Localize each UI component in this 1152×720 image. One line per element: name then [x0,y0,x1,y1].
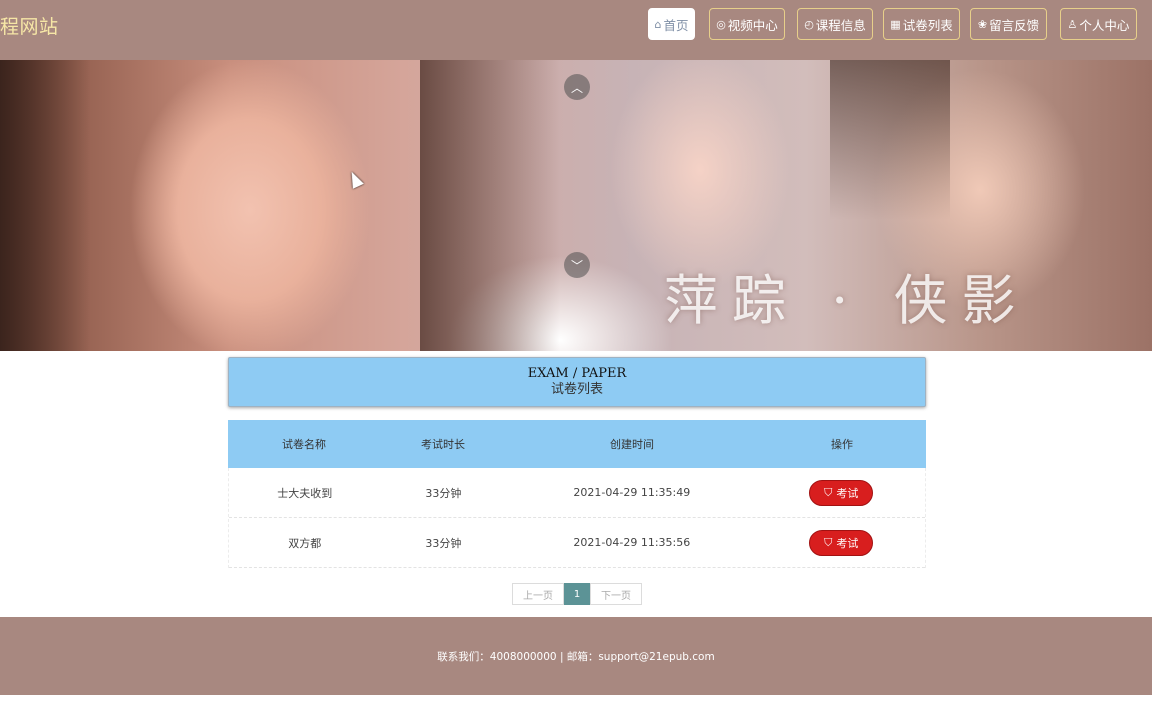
cell-action: ⛉ 考试 [757,529,925,556]
header-exam-name: 试卷名称 [282,438,326,451]
grid-icon: ▦ [890,17,901,31]
user-icon: ♙ [1067,17,1078,31]
exam-table: 试卷名称 考试时长 创建时间 操作 士大夫收到 33分钟 2021-04-29 … [228,420,926,568]
table-row: 双方都 33分钟 2021-04-29 11:35:56 ⛉ 考试 [229,518,925,568]
banner-carousel[interactable]: 萍踪 · 侠影 [0,60,1152,351]
chevron-up-icon: ︿ [570,80,583,95]
banner-caption: 萍踪 · 侠影 [664,269,1030,332]
carousel-prev-button[interactable]: ︿ [564,74,590,100]
nav-personal-center-label: 个人中心 [1079,17,1130,33]
top-header: 程网站 ⌂ 首页 ◎ 视频中心 ◴ 课程信息 ▦ 试卷列表 ❀ 留言反馈 ♙ 个… [0,0,1152,60]
banner-shade-right [830,60,950,220]
section-title-en: EXAM / PAPER [527,366,627,381]
flower-icon: ❀ [977,17,988,31]
cell-created-time: 2021-04-29 11:35:56 [573,536,691,549]
cell-exam-name: 士大夫收到 [277,486,333,500]
page-footer: 联系我们：4008000000 | 邮箱：support@21epub.com [0,617,1152,695]
chevron-down-icon: ﹀ [570,258,583,273]
nav-exam-list-label: 试卷列表 [902,17,953,33]
cell-duration: 33分钟 [425,486,462,500]
banner-shade-left [0,60,90,351]
header-duration: 考试时长 [421,438,465,451]
nav-exam-list[interactable]: ▦ 试卷列表 [883,8,960,40]
power-icon: ◴ [804,17,814,31]
cell-duration: 33分钟 [425,536,462,550]
next-page-button[interactable]: 下一页 [590,583,642,605]
banner-shade-mid [420,60,560,351]
pagination: 上一页 1 下一页 [512,583,642,605]
footer-contact-text: 联系我们：4008000000 | 邮箱：support@21epub.com [437,650,715,663]
shield-check-icon: ⛉ [824,485,833,499]
home-icon: ⌂ [654,17,662,31]
prev-page-button[interactable]: 上一页 [512,583,564,605]
header-created-time: 创建时间 [610,438,654,451]
table-row: 士大夫收到 33分钟 2021-04-29 11:35:49 ⛉ 考试 [229,468,925,518]
nav-course-info[interactable]: ◴ 课程信息 [797,8,873,40]
nav-home[interactable]: ⌂ 首页 [648,8,695,40]
carousel-next-button[interactable]: ﹀ [564,252,590,278]
start-exam-label: 考试 [836,486,859,500]
nav-video-center[interactable]: ◎ 视频中心 [709,8,785,40]
nav-course-info-label: 课程信息 [815,17,866,33]
table-body: 士大夫收到 33分钟 2021-04-29 11:35:49 ⛉ 考试 双方都 … [228,468,926,568]
site-title[interactable]: 程网站 [0,12,59,39]
nav-video-center-label: 视频中心 [727,17,778,33]
start-exam-button[interactable]: ⛉ 考试 [809,479,874,506]
cell-created-time: 2021-04-29 11:35:49 [573,486,691,499]
nav-home-label: 首页 [663,17,689,33]
nav-personal-center[interactable]: ♙ 个人中心 [1060,8,1137,40]
cell-action: ⛉ 考试 [757,479,925,506]
section-title-zh: 试卷列表 [550,382,603,397]
table-header: 试卷名称 考试时长 创建时间 操作 [228,420,926,468]
header-action: 操作 [831,438,853,451]
page-1-button[interactable]: 1 [564,583,590,605]
nav-feedback-label: 留言反馈 [989,17,1040,33]
video-icon: ◎ [716,17,726,31]
section-title: EXAM / PAPER 试卷列表 [228,357,926,407]
shield-check-icon: ⛉ [824,535,833,549]
nav-feedback[interactable]: ❀ 留言反馈 [970,8,1047,40]
start-exam-label: 考试 [836,536,859,550]
start-exam-button[interactable]: ⛉ 考试 [809,529,874,556]
cell-exam-name: 双方都 [288,536,322,550]
